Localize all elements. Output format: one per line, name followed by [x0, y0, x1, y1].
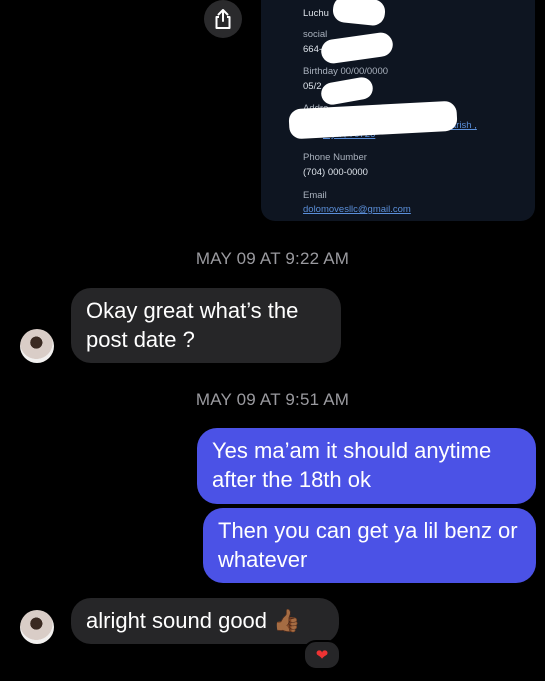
redaction-mark — [319, 31, 395, 65]
incoming-message[interactable]: alright sound good 👍🏾 — [71, 598, 339, 644]
shared-contact-card[interactable]: Luchu social 664- Birthday 00/00/0000 05… — [261, 0, 535, 221]
redaction-mark — [331, 0, 387, 27]
contact-avatar-icon[interactable] — [20, 329, 54, 363]
birthday-value: 05/2 — [303, 81, 322, 92]
outgoing-message[interactable]: Then you can get ya lil benz or whatever — [203, 508, 536, 583]
contact-avatar-icon[interactable] — [20, 610, 54, 644]
share-button[interactable] — [204, 0, 242, 38]
timestamp: MAY 09 AT 9:51 AM — [195, 390, 350, 409]
phone-label: Phone Number — [303, 152, 367, 163]
birthday-label: Birthday 00/00/0000 — [303, 66, 389, 77]
name-value: Luchu — [303, 8, 329, 19]
email-label: Email — [303, 190, 327, 201]
message-text: alright sound good — [86, 608, 268, 633]
incoming-message[interactable]: Okay great what’s the post date ? — [71, 288, 341, 363]
social-value: 664- — [303, 44, 323, 55]
redaction-mark — [319, 75, 375, 107]
timestamp: MAY 09 AT 9:22 AM — [195, 249, 350, 268]
thumbs-up-emoji: 👍🏾 — [273, 608, 301, 633]
social-label: social — [303, 29, 328, 40]
heart-reaction-icon[interactable]: ❤ — [303, 640, 341, 670]
phone-value: (704) 000-0000 — [303, 167, 368, 178]
email-link[interactable]: dolomovesllc@gmail.com — [303, 204, 411, 215]
share-icon — [215, 9, 231, 29]
outgoing-message[interactable]: Yes ma’am it should anytime after the 18… — [197, 428, 536, 504]
